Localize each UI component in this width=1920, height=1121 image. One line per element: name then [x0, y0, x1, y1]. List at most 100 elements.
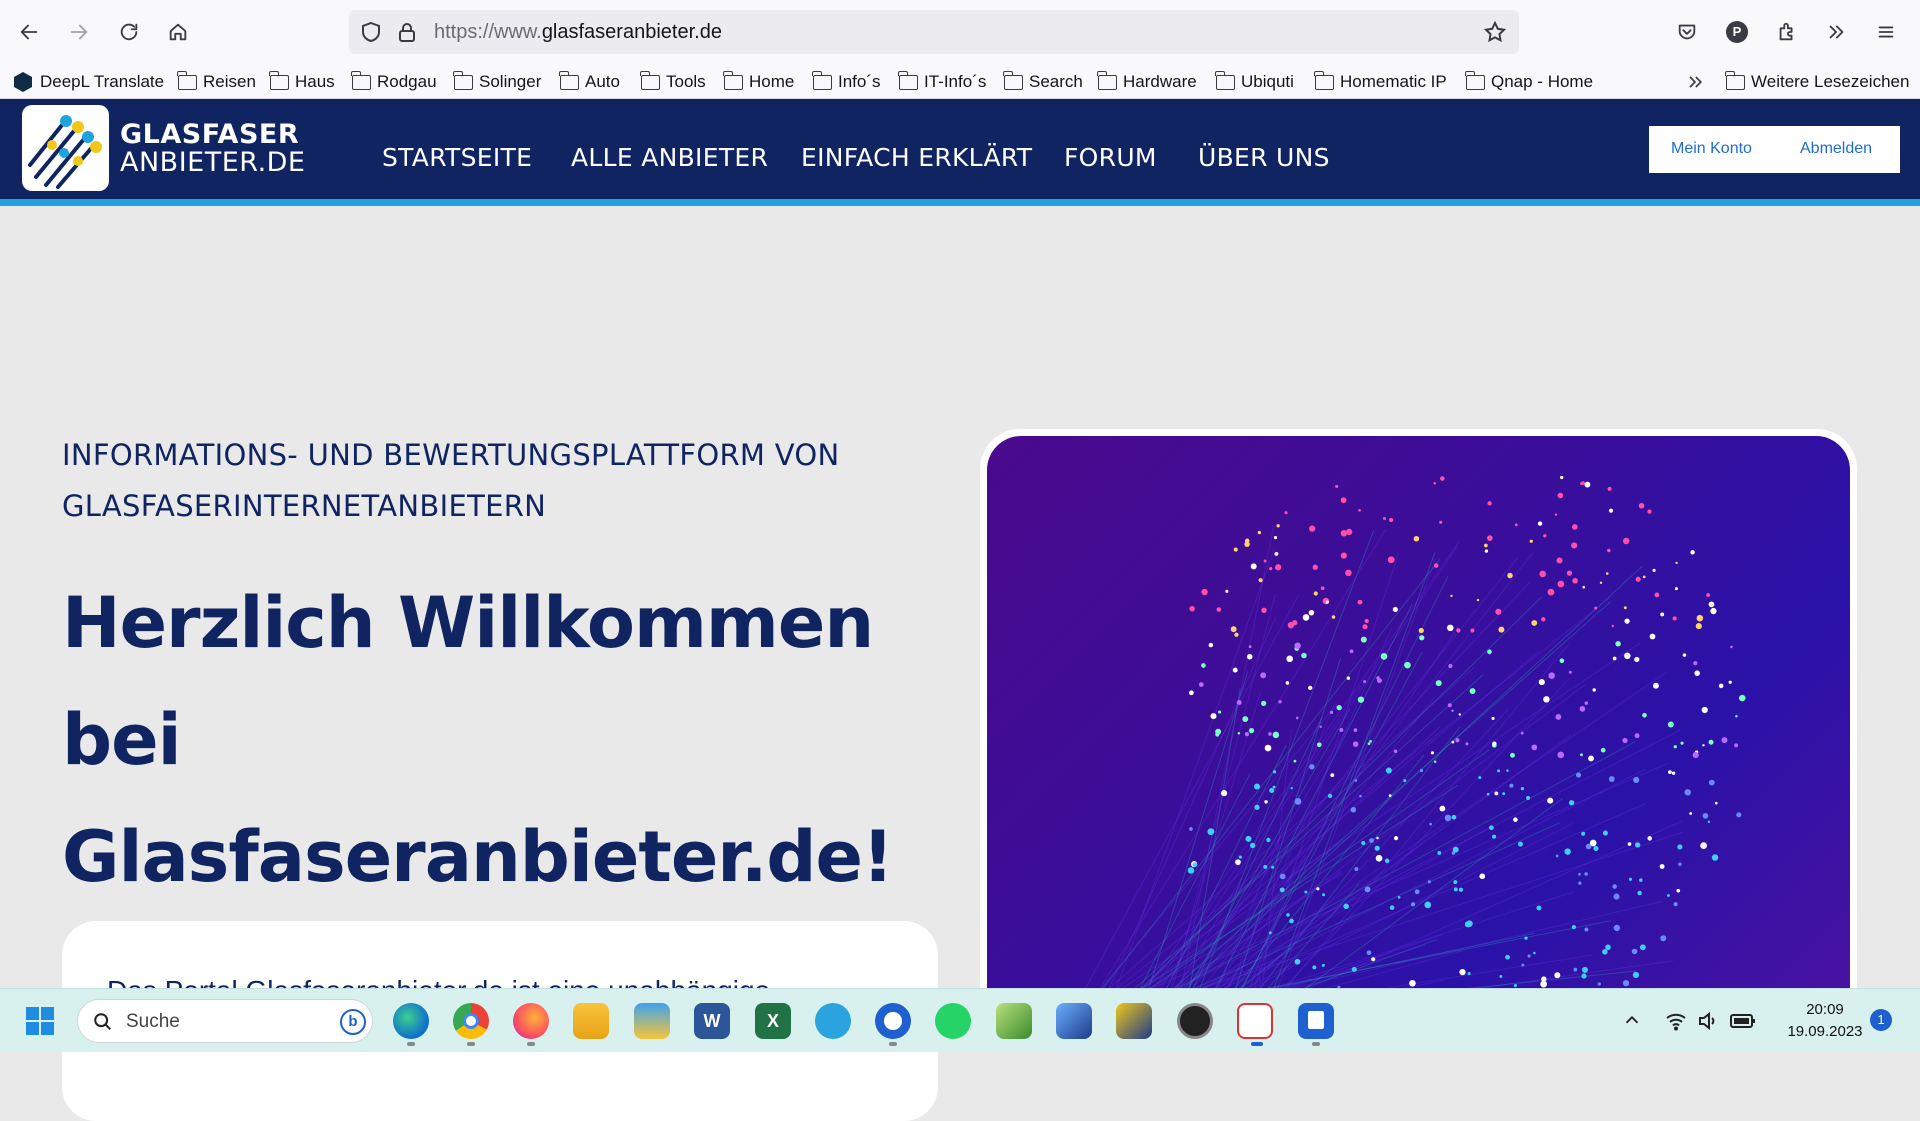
hero-title-line3: Glasfaseranbieter.de!: [62, 816, 894, 898]
chrome-icon[interactable]: [453, 1003, 489, 1039]
taskbar-search[interactable]: Suche b: [77, 999, 373, 1043]
reload-icon: [120, 23, 138, 41]
pocket-button[interactable]: [1669, 14, 1705, 50]
store-app-icon[interactable]: [1298, 1003, 1334, 1039]
bookmark-folder[interactable]: IT-Info´s: [898, 70, 987, 94]
bookmark-label: Rodgau: [377, 72, 437, 91]
account-box: Mein Konto Abmelden: [1649, 126, 1900, 173]
url-text[interactable]: https://www.glasfaseranbieter.de: [434, 21, 722, 44]
bookmark-folder[interactable]: Home: [723, 70, 794, 94]
clock-date: 19.09.2023: [1787, 1023, 1863, 1040]
folder-icon: [723, 70, 743, 90]
folder-icon: [1097, 70, 1117, 90]
thunderbird-icon[interactable]: [875, 1003, 911, 1039]
bookmark-folder[interactable]: Tools: [640, 70, 706, 94]
network-app-icon[interactable]: [1056, 1003, 1092, 1039]
folder-app-icon[interactable]: [634, 1003, 670, 1039]
bookmark-folder[interactable]: Reisen: [177, 70, 256, 94]
menu-button[interactable]: [1868, 14, 1904, 50]
bookmark-folder[interactable]: Hardware: [1097, 70, 1197, 94]
edge-icon[interactable]: [393, 1003, 429, 1039]
file-explorer-icon[interactable]: [573, 1003, 609, 1039]
bookmark-deepl[interactable]: DeepL Translate: [14, 70, 164, 94]
running-indicator: [889, 1042, 897, 1046]
arrow-left-icon: [20, 24, 38, 40]
bookmark-label: Reisen: [203, 72, 256, 91]
bookmark-folder[interactable]: Haus: [269, 70, 335, 94]
address-bar[interactable]: https://www.glasfaseranbieter.de: [349, 10, 1519, 54]
overflow-button[interactable]: [1818, 14, 1854, 50]
folder-icon: [453, 70, 473, 90]
hero-subtitle-line2: GLASFASERINTERNETANBIETERN: [62, 489, 547, 523]
bookmark-folder[interactable]: Solinger: [453, 70, 541, 94]
system-clock[interactable]: 20:09 19.09.2023: [1770, 999, 1880, 1043]
fiber-optic-image: [987, 436, 1850, 1022]
bookmark-label: Homematic IP: [1340, 72, 1447, 91]
bookmark-folder[interactable]: Qnap - Home: [1465, 70, 1593, 94]
folder-icon: [177, 70, 197, 90]
double-chevron-right-icon: [1829, 25, 1844, 39]
star-icon[interactable]: [1483, 20, 1507, 44]
forward-button[interactable]: [61, 14, 97, 50]
remote-app-icon[interactable]: [1116, 1003, 1152, 1039]
browser-toolbar: https://www.glasfaseranbieter.de P: [0, 0, 1920, 64]
folder-icon: [1725, 70, 1745, 90]
telegram-icon[interactable]: [815, 1003, 851, 1039]
nav-forum[interactable]: FORUM: [1064, 143, 1157, 172]
extensions-button[interactable]: [1769, 14, 1805, 50]
bookmark-folder[interactable]: Search: [1003, 70, 1083, 94]
back-button[interactable]: [11, 14, 47, 50]
other-bookmarks[interactable]: Weitere Lesezeichen: [1725, 70, 1909, 94]
hamburger-icon: [1878, 26, 1894, 38]
bookmark-folder[interactable]: Auto: [559, 70, 620, 94]
app-icon[interactable]: [996, 1003, 1032, 1039]
nav-alle-anbieter[interactable]: ALLE ANBIETER: [571, 143, 768, 172]
bing-icon[interactable]: b: [340, 1009, 366, 1035]
start-button[interactable]: [22, 1003, 58, 1039]
site-logo[interactable]: [22, 105, 109, 191]
hero-title-line1: Herzlich Willkommen: [62, 582, 874, 664]
nav-einfach-erklaert[interactable]: EINFACH ERKLÄRT: [801, 143, 1032, 172]
battery-icon[interactable]: [1729, 1009, 1757, 1033]
bookmark-label: DeepL Translate: [40, 72, 165, 91]
bookmark-folder[interactable]: Homematic IP: [1314, 70, 1447, 94]
speaker-icon[interactable]: [1696, 1009, 1720, 1033]
logout-link[interactable]: Abmelden: [1800, 140, 1872, 158]
bookmark-folder[interactable]: Rodgau: [351, 70, 437, 94]
bookmark-folder[interactable]: Info´s: [812, 70, 881, 94]
shield-icon[interactable]: [359, 20, 383, 44]
snipping-tool-icon[interactable]: [1237, 1003, 1273, 1039]
nav-ueber-uns[interactable]: ÜBER UNS: [1198, 143, 1330, 172]
my-account-link[interactable]: Mein Konto: [1671, 140, 1752, 158]
site-header: GLASFASER ANBIETER.DE STARTSEITE ALLE AN…: [0, 99, 1920, 206]
excel-icon[interactable]: X: [755, 1003, 791, 1039]
folder-icon: [269, 70, 289, 90]
word-icon[interactable]: W: [694, 1003, 730, 1039]
search-placeholder: Suche: [126, 1011, 180, 1032]
home-icon: [169, 23, 187, 41]
hero-title-line2: bei: [62, 699, 182, 781]
nav-startseite[interactable]: STARTSEITE: [382, 143, 532, 172]
profile-button[interactable]: P: [1719, 14, 1755, 50]
firefox-icon[interactable]: [513, 1003, 549, 1039]
password-manager-icon[interactable]: [1177, 1003, 1213, 1039]
bookmarks-overflow-button[interactable]: [1685, 70, 1705, 94]
fiber-logo-icon: [28, 115, 102, 189]
windows-logo-icon: [26, 1007, 54, 1035]
search-icon: [94, 1013, 112, 1031]
bookmark-folder[interactable]: Ubiquti: [1215, 70, 1294, 94]
chevron-up-icon[interactable]: [1621, 1009, 1643, 1031]
notification-badge[interactable]: 1: [1870, 1009, 1892, 1031]
hero-subtitle-line1: INFORMATIONS- UND BEWERTUNGSPLATTFORM VO…: [62, 438, 840, 472]
home-button[interactable]: [160, 14, 196, 50]
lock-icon[interactable]: [395, 20, 419, 44]
bookmark-label: Auto: [585, 72, 620, 91]
reload-button[interactable]: [111, 14, 147, 50]
folder-icon: [1465, 70, 1485, 90]
logo-text[interactable]: GLASFASER ANBIETER.DE: [120, 121, 306, 177]
url-prefix: https://www.: [434, 21, 542, 43]
wifi-icon[interactable]: [1664, 1009, 1688, 1033]
whatsapp-icon[interactable]: [935, 1003, 971, 1039]
url-domain: glasfaseranbieter.de: [541, 21, 722, 43]
bookmark-label: IT-Info´s: [924, 72, 987, 91]
